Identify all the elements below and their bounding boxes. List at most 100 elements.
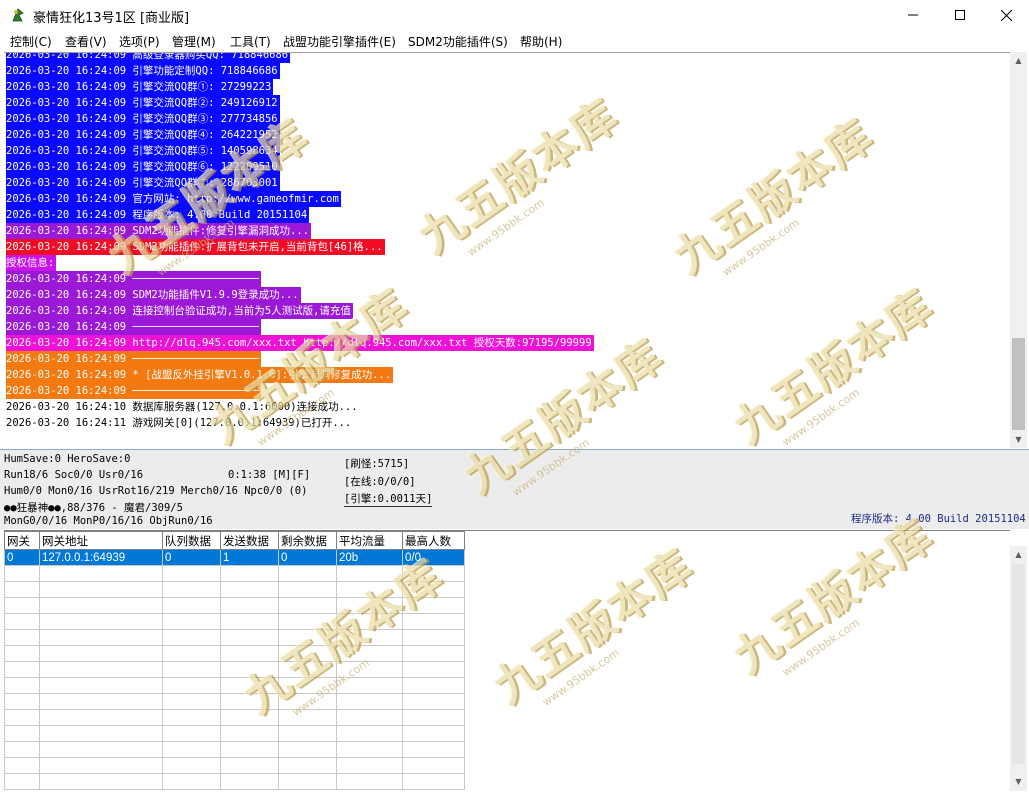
maximize-icon bbox=[955, 10, 965, 20]
status-save: HumSave:0 HeroSave:0 bbox=[4, 453, 131, 465]
table-cell bbox=[336, 773, 403, 790]
log-line: 2026-03-20 16:24:09 引擎交流QQ群①: 27299223 bbox=[6, 79, 274, 95]
table-row[interactable]: 0 127.0.0.1:64939 0 1 0 20b 0/0 bbox=[4, 549, 465, 566]
table-cell bbox=[278, 565, 337, 582]
log-line: 2026-03-20 16:24:09 ──────────────────── bbox=[6, 319, 261, 335]
table-cell bbox=[4, 597, 40, 614]
table-row-empty[interactable] bbox=[4, 709, 465, 726]
minimize-button[interactable] bbox=[890, 0, 936, 30]
column-header[interactable]: 网关 bbox=[4, 531, 40, 550]
log-panel[interactable]: 2026-03-20 16:24:09 高级登录器购买QQ: 718846686… bbox=[4, 52, 1010, 449]
grid-scroll-track bbox=[1012, 564, 1025, 764]
log-line: 2026-03-20 16:24:09 引擎交流QQ群⑦: 286703001 bbox=[6, 175, 280, 191]
table-row-empty[interactable] bbox=[4, 677, 465, 694]
table-cell bbox=[336, 677, 403, 694]
table-cell bbox=[402, 709, 465, 726]
log-line: 2026-03-20 16:24:10 数据库服务器(127.0.0.1:600… bbox=[6, 399, 360, 415]
table-cell bbox=[402, 645, 465, 662]
gateway-table: 网关 网关地址 队列数据 发送数据 剩余数据 平均流量 最高人数 0 127.0.0.1:64… bbox=[4, 531, 465, 790]
table-row-empty[interactable] bbox=[4, 565, 465, 582]
status-refresh: [刷怪:5715] bbox=[344, 458, 410, 470]
table-cell bbox=[4, 677, 40, 694]
menu-help[interactable]: 帮助(H) bbox=[520, 33, 562, 50]
table-cell: 0 bbox=[162, 549, 221, 566]
table-row-empty[interactable] bbox=[4, 645, 465, 662]
scroll-down-icon[interactable]: ▼ bbox=[1010, 431, 1027, 448]
table-cell bbox=[278, 725, 337, 742]
gateway-grid[interactable]: 网关 网关地址 队列数据 发送数据 剩余数据 平均流量 最高人数 0 127.0.0.1:64… bbox=[4, 530, 1010, 792]
table-row-empty[interactable] bbox=[4, 629, 465, 646]
table-row-empty[interactable] bbox=[4, 661, 465, 678]
column-header[interactable]: 剩余数据 bbox=[278, 531, 337, 550]
table-cell bbox=[336, 645, 403, 662]
menu-sdm2-plugin[interactable]: SDM2功能插件(S) bbox=[408, 33, 508, 50]
table-row-empty[interactable] bbox=[4, 725, 465, 742]
table-cell bbox=[4, 645, 40, 662]
scroll-up-icon[interactable]: ▲ bbox=[1010, 52, 1027, 69]
table-cell bbox=[336, 757, 403, 774]
scroll-thumb[interactable] bbox=[1012, 338, 1025, 430]
table-cell bbox=[402, 629, 465, 646]
status-mon: MonG0/0/16 MonP0/16/16 ObjRun0/16 bbox=[4, 515, 213, 527]
table-cell bbox=[220, 677, 279, 694]
column-header[interactable]: 发送数据 bbox=[220, 531, 279, 550]
table-cell bbox=[402, 565, 465, 582]
table-cell bbox=[336, 629, 403, 646]
table-cell bbox=[162, 661, 221, 678]
grid-scroll-up-icon[interactable]: ▲ bbox=[1010, 546, 1027, 563]
table-row-empty[interactable] bbox=[4, 773, 465, 790]
table-cell bbox=[162, 757, 221, 774]
table-cell bbox=[336, 597, 403, 614]
table-cell bbox=[39, 645, 163, 662]
menu-options[interactable]: 选项(P) bbox=[119, 33, 160, 50]
table-row-empty[interactable] bbox=[4, 581, 465, 598]
table-cell bbox=[39, 597, 163, 614]
table-cell bbox=[162, 693, 221, 710]
table-cell bbox=[4, 613, 40, 630]
table-row-empty[interactable] bbox=[4, 757, 465, 774]
table-cell bbox=[162, 741, 221, 758]
table-cell bbox=[162, 725, 221, 742]
log-line: 2026-03-20 16:24:09 引擎交流QQ群③: 277734856 bbox=[6, 111, 280, 127]
log-line: 2026-03-20 16:24:09 引擎交流QQ群②: 249126912 bbox=[6, 95, 280, 111]
table-row-empty[interactable] bbox=[4, 613, 465, 630]
menu-view[interactable]: 查看(V) bbox=[65, 33, 107, 50]
table-row-empty[interactable] bbox=[4, 741, 465, 758]
menu-control[interactable]: 控制(C) bbox=[10, 33, 52, 50]
table-cell bbox=[39, 565, 163, 582]
table-cell bbox=[39, 629, 163, 646]
table-row-empty[interactable] bbox=[4, 693, 465, 710]
table-cell bbox=[220, 709, 279, 726]
log-scrollbar[interactable]: ▲ ▼ bbox=[1010, 52, 1027, 448]
table-cell bbox=[220, 773, 279, 790]
table-cell bbox=[39, 661, 163, 678]
table-cell bbox=[162, 629, 221, 646]
table-cell bbox=[39, 613, 163, 630]
table-cell bbox=[336, 741, 403, 758]
log-line: 2026-03-20 16:24:09 SDM2功能插件:修复引擎漏洞成功... bbox=[6, 223, 312, 239]
table-cell bbox=[39, 725, 163, 742]
column-header[interactable]: 队列数据 bbox=[162, 531, 221, 550]
column-header[interactable]: 网关地址 bbox=[39, 531, 163, 550]
table-cell bbox=[4, 773, 40, 790]
table-cell bbox=[336, 725, 403, 742]
table-cell bbox=[402, 613, 465, 630]
table-cell bbox=[402, 725, 465, 742]
menu-alliance-engine-plugin[interactable]: 战盟功能引擎插件(E) bbox=[283, 33, 396, 50]
table-cell bbox=[4, 661, 40, 678]
maximize-button[interactable] bbox=[937, 0, 983, 30]
close-button[interactable] bbox=[983, 0, 1029, 30]
menu-manage[interactable]: 管理(M) bbox=[172, 33, 216, 50]
table-cell bbox=[278, 629, 337, 646]
column-header[interactable]: 平均流量 bbox=[336, 531, 403, 550]
log-line: 2026-03-20 16:24:09 连接控制台验证成功,当前为5人测试版,请… bbox=[6, 303, 353, 319]
table-cell bbox=[220, 645, 279, 662]
table-row-empty[interactable] bbox=[4, 597, 465, 614]
menu-tools[interactable]: 工具(T) bbox=[230, 33, 271, 50]
log-line: 2026-03-20 16:24:09 SDM2功能插件V1.9.9登录成功..… bbox=[6, 287, 301, 303]
log-line: 2026-03-20 16:24:09 引擎功能定制QQ: 718846686 bbox=[6, 63, 280, 79]
grid-scroll-down-icon[interactable]: ▼ bbox=[1010, 773, 1027, 790]
grid-scrollbar[interactable]: ▲ ▼ bbox=[1010, 546, 1027, 791]
table-cell bbox=[220, 613, 279, 630]
column-header[interactable]: 最高人数 bbox=[402, 531, 465, 550]
